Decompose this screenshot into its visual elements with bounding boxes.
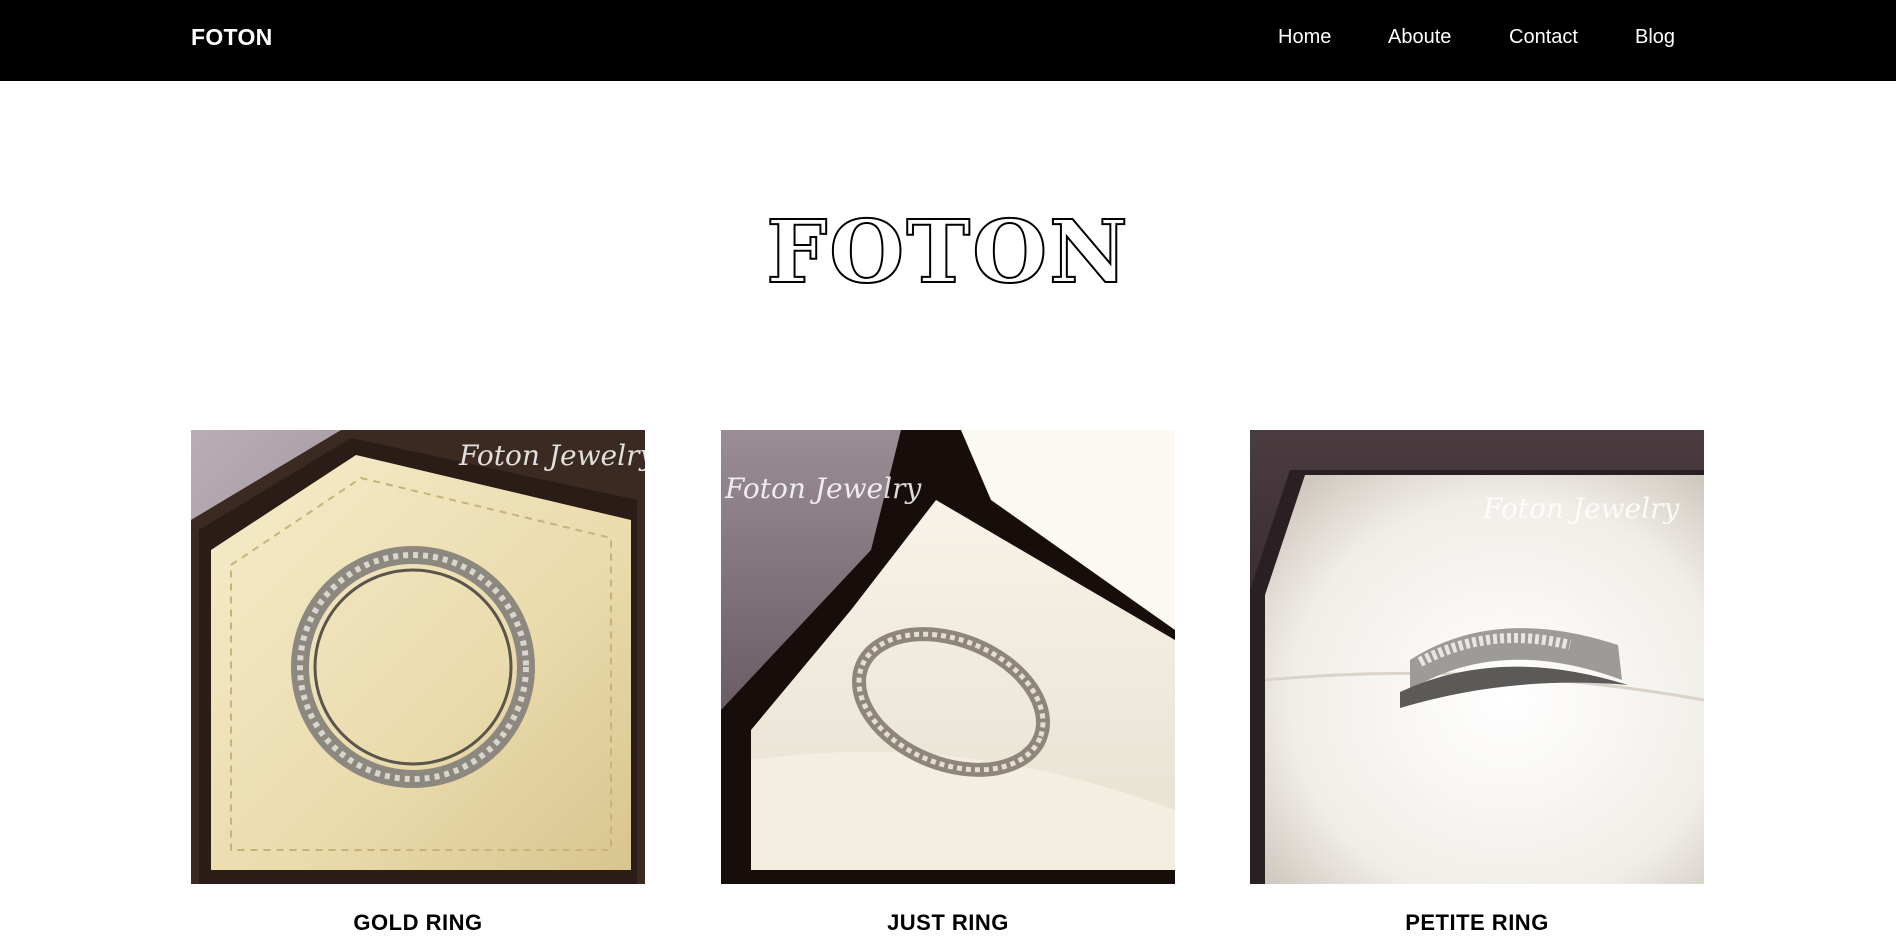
nav-link-blog[interactable]: Blog xyxy=(1635,26,1675,49)
nav-link-about[interactable]: Aboute xyxy=(1388,26,1451,49)
watermark-text: Foton Jewelry xyxy=(724,472,922,505)
nav-link-home[interactable]: Home xyxy=(1278,26,1331,49)
watermark-text: Foton Jewelry xyxy=(1482,492,1680,525)
product-card-petite-ring[interactable]: Foton Jewelry PETITE RING xyxy=(1250,430,1704,936)
product-card-gold-ring[interactable]: Foton Jewelry GOLD RING xyxy=(191,430,645,936)
navbar: FOTON Home Aboute Contact Blog xyxy=(0,0,1896,81)
product-image-gold-ring[interactable]: Foton Jewelry xyxy=(191,430,645,884)
product-title[interactable]: GOLD RING xyxy=(191,910,645,936)
product-card-just-ring[interactable]: Foton Jewelry JUST RING xyxy=(721,430,1175,936)
brand-logo[interactable]: FOTON xyxy=(191,24,273,51)
product-image-just-ring[interactable]: Foton Jewelry xyxy=(721,430,1175,884)
product-title[interactable]: PETITE RING xyxy=(1250,910,1704,936)
hero-title: FOTON xyxy=(765,201,1130,304)
product-title[interactable]: JUST RING xyxy=(721,910,1175,936)
product-image-petite-ring[interactable]: Foton Jewelry xyxy=(1250,430,1704,884)
nav-link-contact[interactable]: Contact xyxy=(1509,26,1578,49)
watermark-text: Foton Jewelry xyxy=(458,439,645,472)
